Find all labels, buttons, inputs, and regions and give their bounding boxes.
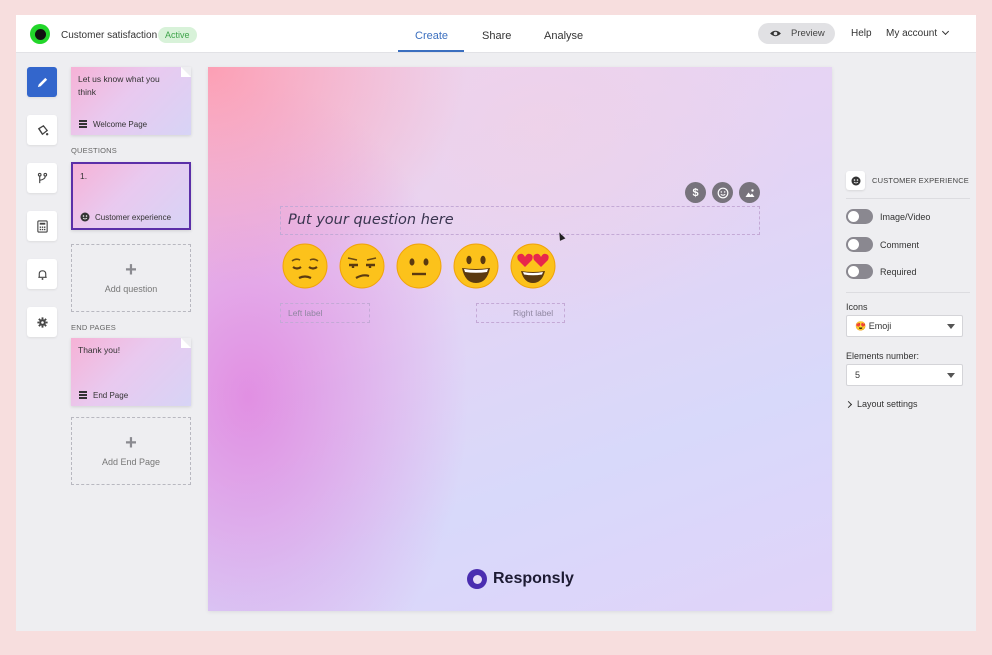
question-number: 1. — [80, 171, 88, 181]
rail-design-button[interactable] — [27, 115, 57, 145]
end-page-icon — [79, 391, 87, 399]
dollar-icon[interactable]: $ — [685, 182, 706, 203]
icons-label: Icons — [846, 302, 868, 312]
question-card[interactable]: 1. Customer experience — [71, 162, 191, 230]
active-tab-indicator — [398, 50, 464, 52]
toggle-switch[interactable] — [846, 209, 873, 224]
layout-settings-label: Layout settings — [857, 399, 918, 409]
emoji-smiley-icon[interactable] — [453, 243, 499, 289]
paint-bucket-icon — [37, 124, 48, 135]
elements-number-select[interactable]: 5 — [846, 364, 963, 386]
rail-settings-button[interactable] — [27, 307, 57, 337]
smiley-icon — [80, 212, 90, 222]
eye-icon — [770, 30, 781, 37]
brand-name: Responsly — [493, 570, 574, 587]
rail-calculator-button[interactable] — [27, 211, 57, 241]
toggle-comment-label: Comment — [880, 239, 920, 250]
toggle-required-label: Required — [880, 266, 917, 277]
rail-edit-button[interactable] — [27, 67, 57, 97]
toggle-required[interactable]: Required — [846, 264, 917, 279]
right-label-input[interactable]: Right label — [476, 303, 565, 323]
bell-icon — [37, 269, 47, 280]
icons-select[interactable]: 😍 Emoji — [846, 315, 963, 337]
question-type-label: Customer experience — [95, 212, 172, 222]
image-icon[interactable] — [739, 182, 760, 203]
tab-create[interactable]: Create — [415, 30, 448, 42]
left-label-input[interactable]: Left label — [280, 303, 370, 323]
end-page-label: End Page — [93, 390, 129, 400]
add-question-label: Add question — [104, 284, 158, 294]
calculator-icon — [36, 219, 48, 233]
welcome-page-text: Let us know what you think — [78, 74, 160, 97]
emoji-pensive-icon[interactable] — [282, 243, 328, 289]
gear-icon — [36, 316, 48, 328]
welcome-page-label: Welcome Page — [93, 119, 148, 129]
account-label: My account — [886, 28, 938, 39]
smiley-icon[interactable] — [712, 182, 733, 203]
top-bar: Customer satisfaction Active Create Shar… — [16, 15, 976, 53]
settings-title: CUSTOMER EXPERIENCE — [872, 176, 970, 185]
emoji-neutral-icon[interactable] — [396, 243, 442, 289]
tab-share[interactable]: Share — [482, 30, 511, 42]
end-page-card[interactable]: Thank you! End Page — [71, 338, 191, 406]
end-page-text: Thank you! — [78, 345, 121, 355]
question-input[interactable]: Put your question here — [280, 206, 760, 235]
elements-number-value: 5 — [855, 370, 861, 380]
plus-icon: + — [125, 259, 137, 281]
smiley-icon — [846, 171, 865, 190]
caret-down-icon — [947, 373, 955, 378]
add-end-page-label: Add End Page — [101, 457, 161, 467]
add-end-page-button[interactable]: + Add End Page — [71, 417, 191, 485]
divider — [846, 198, 970, 199]
edit-icon — [37, 77, 47, 87]
status-badge: Active — [158, 27, 197, 43]
questions-section-label: QUESTIONS — [71, 146, 117, 155]
chevron-right-icon — [844, 400, 853, 408]
survey-title[interactable]: Customer satisfaction — [61, 30, 157, 41]
toggle-switch[interactable] — [846, 237, 873, 252]
page-fold — [181, 67, 191, 77]
welcome-page-footer: Welcome Page — [78, 119, 147, 129]
rail-notifications-button[interactable] — [27, 259, 57, 289]
survey-canvas: $ Put your question here Left label Righ… — [208, 67, 832, 611]
settings-header: CUSTOMER EXPERIENCE — [846, 171, 969, 190]
toggle-switch[interactable] — [846, 264, 873, 279]
page-fold — [181, 338, 191, 348]
caret-down-icon — [947, 324, 955, 329]
plus-icon: + — [125, 432, 137, 454]
app-window: Customer satisfaction Active Create Shar… — [16, 15, 976, 631]
icons-select-value: 😍 Emoji — [855, 321, 892, 331]
rail-logic-button[interactable] — [27, 163, 57, 193]
app-logo-icon[interactable] — [30, 24, 50, 44]
welcome-page-card[interactable]: Let us know what you think Welcome Page — [71, 67, 191, 135]
end-page-footer: End Page — [78, 390, 128, 400]
toggle-image-video-label: Image/Video — [880, 211, 931, 222]
welcome-page-icon — [79, 120, 87, 128]
question-footer: Customer experience — [80, 212, 171, 222]
elements-number-label: Elements number: — [846, 351, 920, 361]
preview-button[interactable]: Preview — [758, 23, 835, 44]
layout-settings-link[interactable]: Layout settings — [844, 399, 918, 409]
end-pages-section-label: END PAGES — [71, 323, 117, 332]
divider — [846, 292, 970, 293]
tab-analyse[interactable]: Analyse — [544, 30, 583, 42]
help-link[interactable]: Help — [851, 28, 872, 39]
emoji-heart-eyes-icon[interactable] — [510, 243, 556, 289]
add-question-button[interactable]: + Add question — [71, 244, 191, 312]
chevron-down-icon — [942, 27, 950, 36]
branch-icon — [37, 172, 47, 183]
responsly-logo-icon — [467, 569, 487, 589]
account-menu[interactable]: My account — [886, 27, 950, 39]
preview-label: Preview — [791, 28, 825, 39]
emoji-unamused-icon[interactable] — [339, 243, 385, 289]
emoji-scale — [282, 243, 556, 289]
toggle-image-video[interactable]: Image/Video — [846, 209, 930, 224]
brand-footer: Responsly — [467, 569, 574, 589]
toggle-comment[interactable]: Comment — [846, 237, 919, 252]
